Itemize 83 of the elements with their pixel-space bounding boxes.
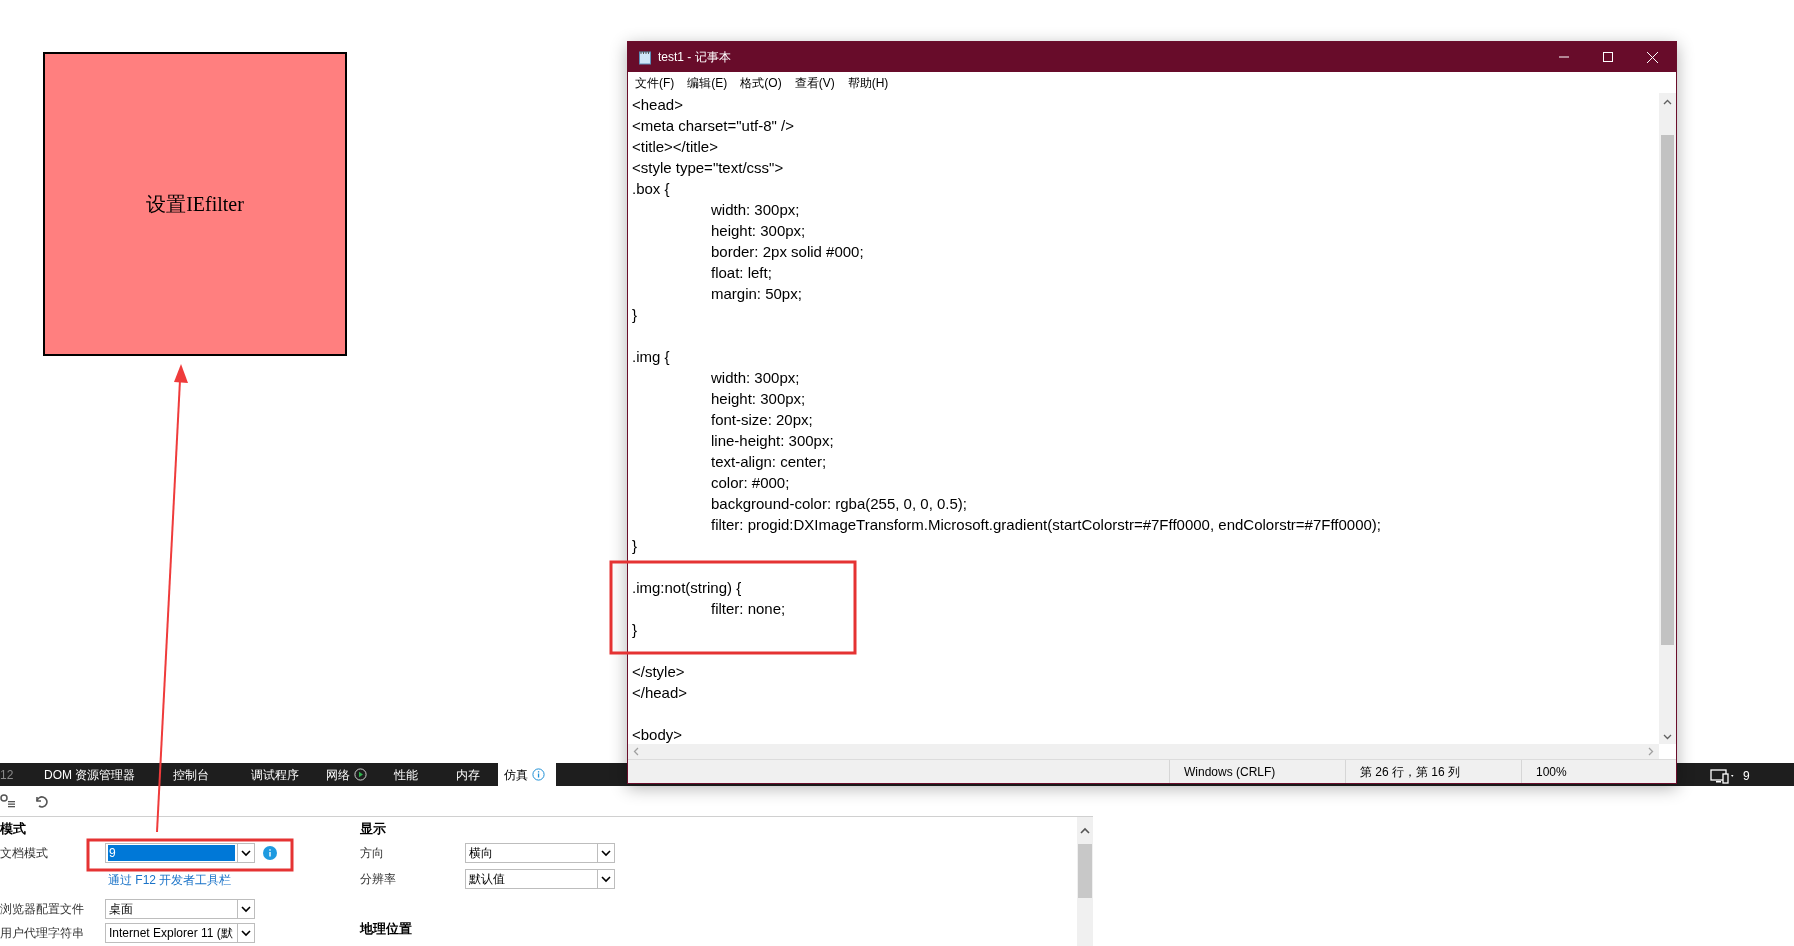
- code-line: <body>: [632, 726, 683, 743]
- target-count: 9: [1743, 768, 1750, 785]
- devtools-tab[interactable]: 调试程序: [245, 763, 320, 786]
- devtools-tab[interactable]: 网络: [320, 763, 388, 786]
- menu-item[interactable]: 编辑(E): [687, 73, 728, 92]
- code-line: float: left;: [710, 264, 772, 281]
- box-text: 设置IEfilter: [146, 192, 244, 217]
- settings-icon[interactable]: [0, 794, 16, 808]
- code-line: }: [632, 537, 637, 554]
- code-line: }: [632, 621, 637, 638]
- devtools-tab[interactable]: DOM 资源管理器: [38, 763, 167, 786]
- code-line: color: #000;: [710, 474, 790, 491]
- devtools-tab[interactable]: 内存: [450, 763, 498, 786]
- dropdown-value: Internet Explorer 11 (默: [108, 925, 234, 941]
- dropdown-value: 默认值: [468, 871, 506, 887]
- scrollbar[interactable]: [1077, 817, 1093, 946]
- f12-label: 12: [0, 766, 15, 784]
- code-line: font-size: 20px;: [710, 411, 813, 428]
- code-line: width: 300px;: [710, 369, 800, 386]
- menu-item[interactable]: 帮助(H): [847, 73, 889, 92]
- code-line: .box {: [632, 180, 670, 197]
- chevron-down-icon: [601, 849, 611, 857]
- section-heading: 模式: [0, 820, 27, 838]
- window-title: test1 - 记事本: [658, 49, 732, 66]
- dropdown[interactable]: 横向: [465, 843, 615, 863]
- devtools-tab[interactable]: 性能: [388, 763, 450, 786]
- field-label: 分辨率: [360, 871, 397, 888]
- field-label: 方向: [360, 845, 385, 862]
- status-text: 第 26 行，第 16 列: [1360, 763, 1461, 781]
- code-line: text-align: center;: [710, 453, 827, 470]
- dropdown-value: 横向: [468, 845, 494, 861]
- play-circle-icon: [354, 768, 367, 781]
- notepad-icon: [638, 49, 652, 65]
- chevron-down-icon: [241, 905, 251, 913]
- code-line: height: 300px;: [710, 390, 806, 407]
- maximize-icon[interactable]: [1603, 52, 1613, 62]
- devtools-tab[interactable]: 控制台: [167, 763, 245, 786]
- chevron-up-icon[interactable]: [1080, 827, 1090, 834]
- dropdown[interactable]: Internet Explorer 11 (默: [105, 923, 255, 943]
- dropdown[interactable]: 9: [105, 843, 255, 863]
- dropdown[interactable]: 桌面: [105, 899, 255, 919]
- code-line: .img {: [632, 348, 670, 365]
- chevron-down-icon: [241, 849, 251, 857]
- devtools-tab[interactable]: 仿真: [498, 763, 556, 786]
- status-text: Windows (CRLF): [1184, 763, 1276, 781]
- field-label: 浏览器配置文件: [0, 901, 85, 918]
- info-icon: [532, 768, 545, 781]
- code-line: filter: progid:DXImageTransform.Microsoft.gradient(startColorstr=#7Fff0000, endColorstr=#7Fff0000);: [710, 516, 1382, 533]
- menu-item[interactable]: 格式(O): [740, 73, 782, 92]
- section-heading: 地理位置: [360, 920, 413, 938]
- code-line: line-height: 300px;: [710, 432, 834, 449]
- code-line: <style type="text/css">: [632, 159, 784, 176]
- dropdown[interactable]: 默认值: [465, 869, 615, 889]
- code-line: </style>: [632, 663, 685, 680]
- code-line: filter: none;: [710, 600, 786, 617]
- chevron-down-icon: [241, 929, 251, 937]
- code-line: </head>: [632, 684, 688, 701]
- field-label: 用户代理字符串: [0, 925, 85, 942]
- chevron-down-icon[interactable]: [1663, 734, 1672, 740]
- code-line: <head>: [632, 96, 683, 113]
- close-icon[interactable]: [1647, 51, 1658, 63]
- code-line: <title></title>: [632, 138, 718, 155]
- developer-toolbar-link[interactable]: 通过 F12 开发者工具栏: [108, 873, 232, 887]
- code-line: width: 300px;: [710, 201, 800, 218]
- chevron-down-icon: [601, 875, 611, 883]
- undo-icon[interactable]: [34, 794, 48, 808]
- section-heading: 显示: [360, 820, 387, 838]
- chevron-up-icon[interactable]: [1663, 99, 1672, 105]
- code-line: }: [632, 306, 637, 323]
- dropdown-value: 9: [108, 845, 235, 861]
- code-line: border: 2px solid #000;: [710, 243, 864, 260]
- menu-item[interactable]: 文件(F): [635, 73, 675, 92]
- info-icon[interactable]: [263, 846, 277, 860]
- code-line: <meta charset="utf-8" />: [632, 117, 794, 134]
- status-text: 100%: [1536, 763, 1567, 781]
- code-line: background-color: rgba(255, 0, 0, 0.5);: [710, 495, 967, 512]
- code-line: .img:not(string) {: [632, 579, 742, 596]
- dropdown-value: 桌面: [108, 901, 134, 917]
- code-line: margin: 50px;: [710, 285, 802, 302]
- menu-item[interactable]: 查看(V): [794, 73, 835, 92]
- code-line: height: 300px;: [710, 222, 806, 239]
- field-label: 文档模式: [0, 845, 49, 862]
- vertical-scrollbar[interactable]: [1659, 93, 1676, 744]
